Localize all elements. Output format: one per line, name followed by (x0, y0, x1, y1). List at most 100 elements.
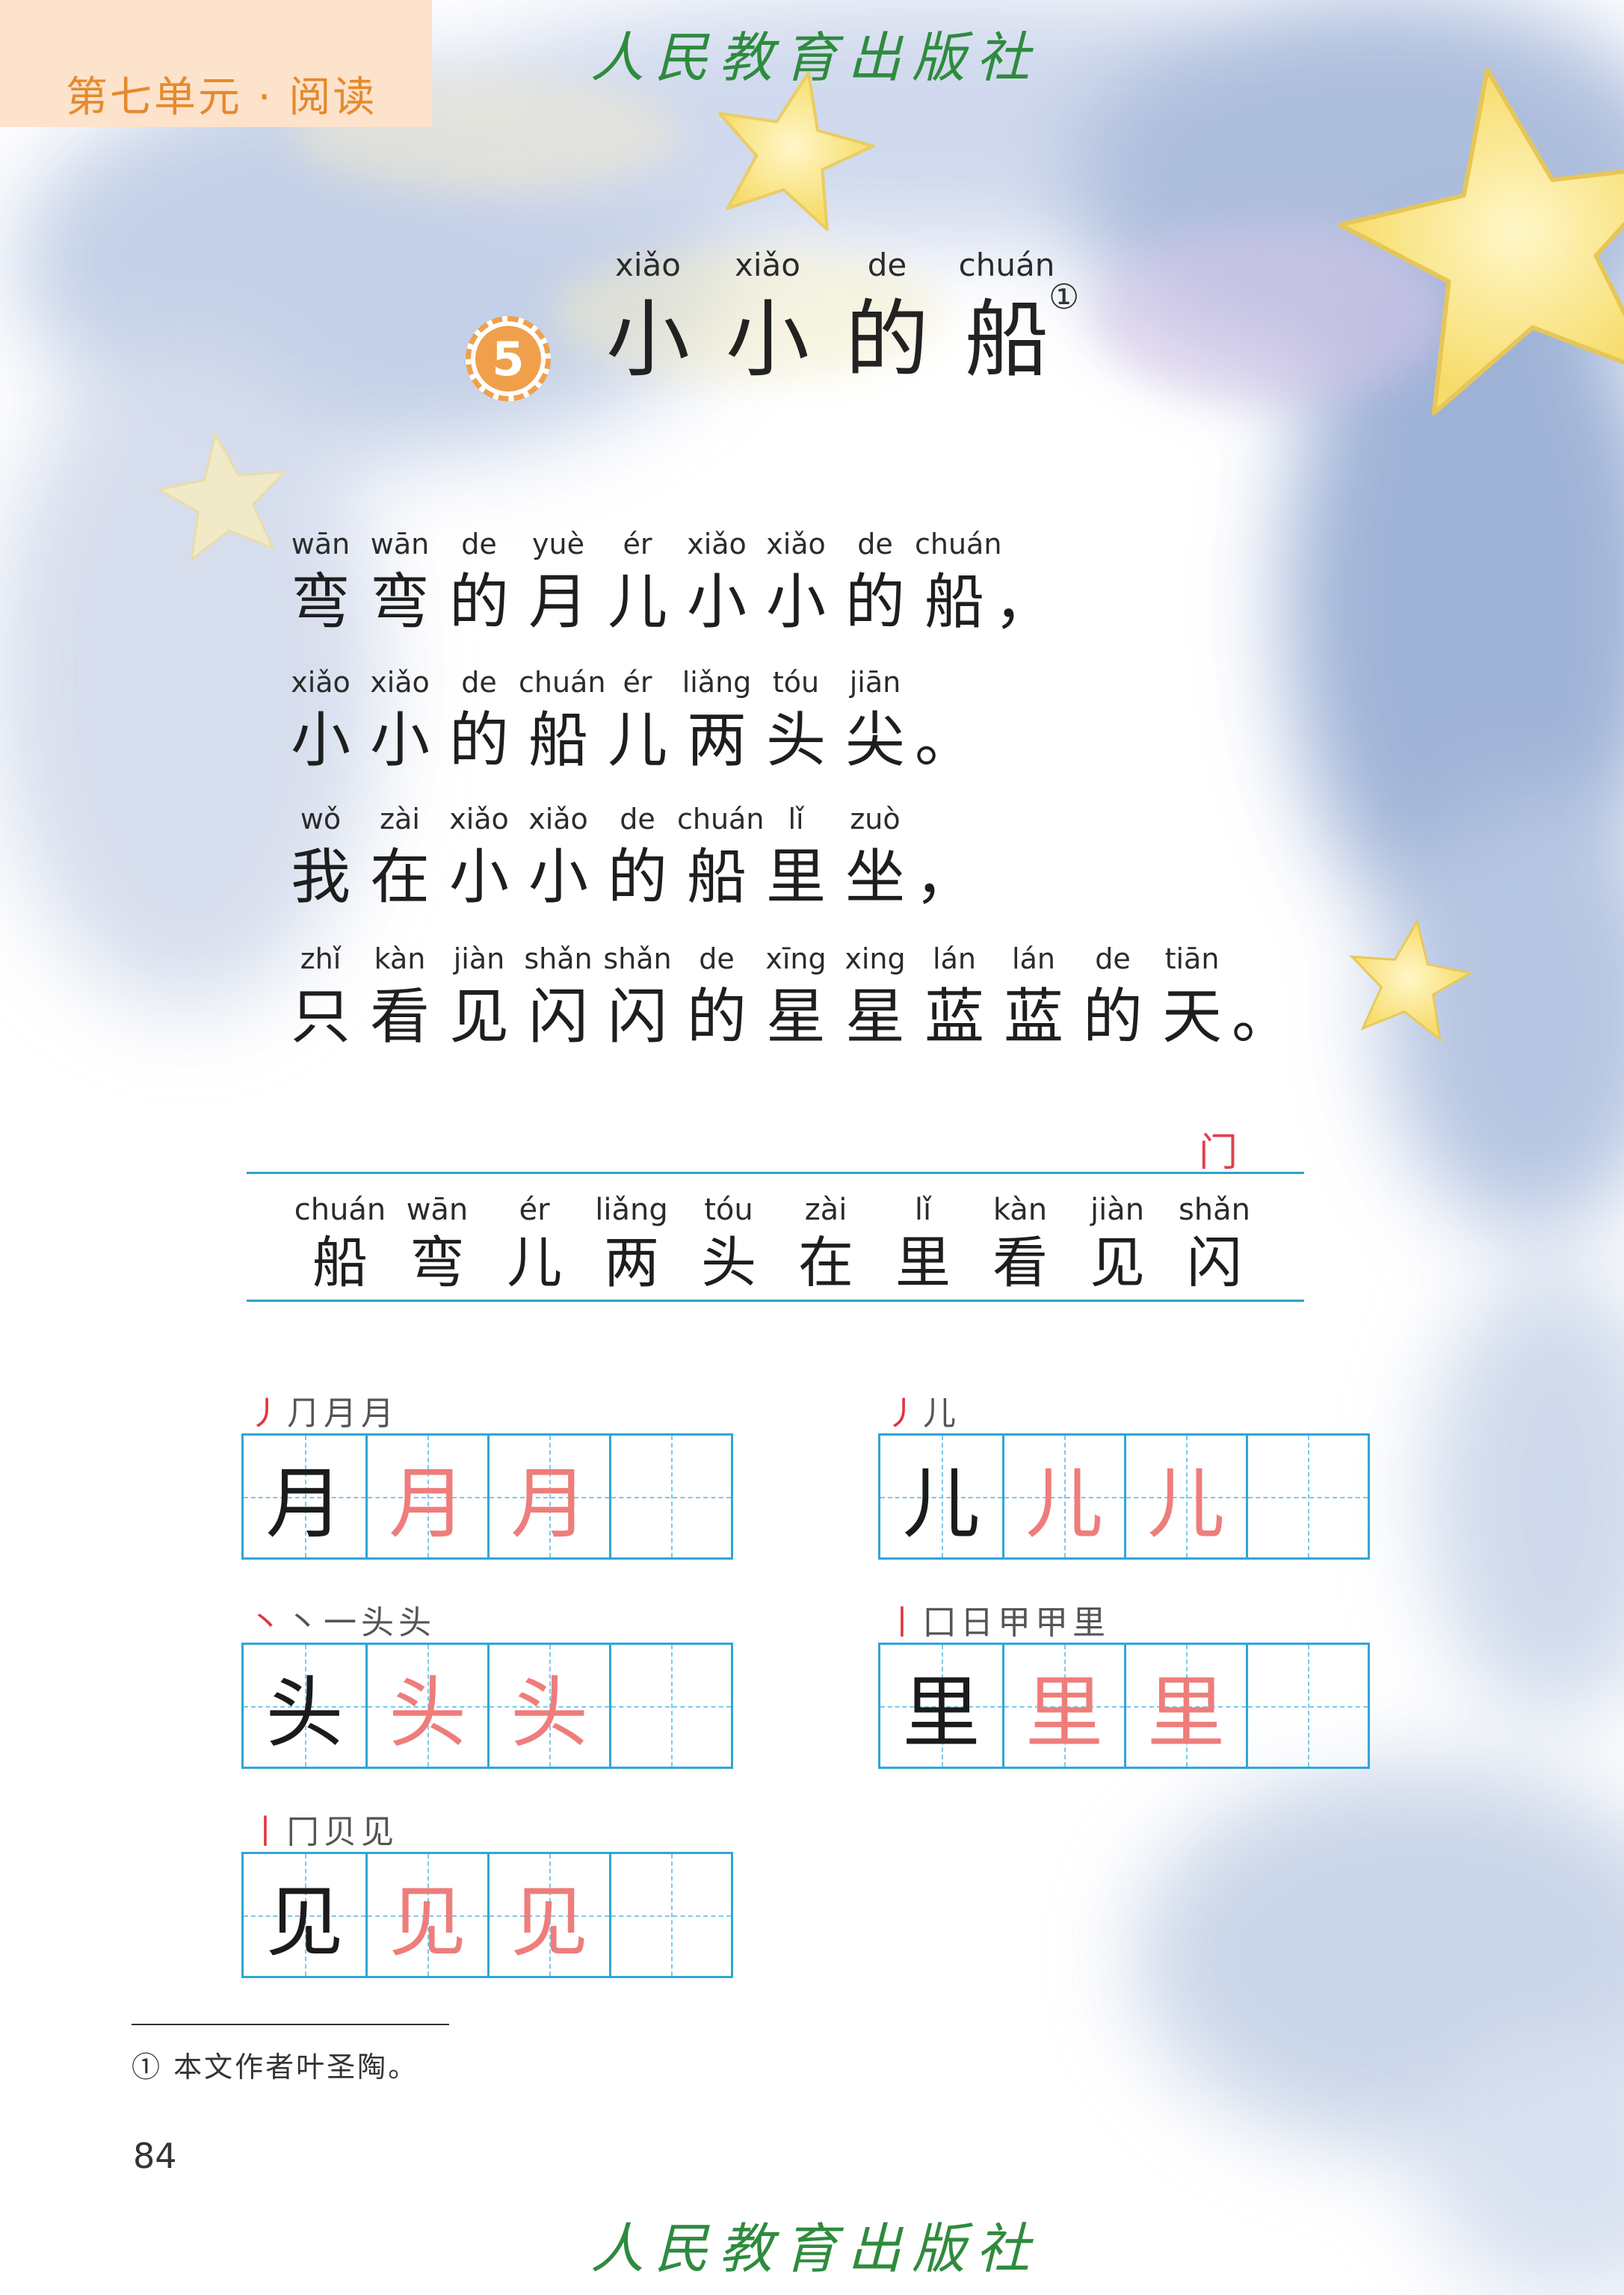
stroke-step: 见 (361, 1813, 398, 1851)
recognize-char: chuán 船 (294, 1193, 386, 1295)
recognize-char: lǐ 里 (895, 1193, 951, 1295)
grid-cell-char: 见 (244, 1854, 365, 1976)
poem-char: ， (915, 842, 975, 912)
stroke-step: 囗 (923, 1604, 960, 1642)
recognize-char: tóu 头 (701, 1193, 756, 1295)
radical-hint: 门 (1199, 1131, 1238, 1176)
trace-char: 头 (510, 1667, 588, 1758)
stroke-order: 丿儿 (886, 1386, 960, 1434)
stroke-step: 里 (1072, 1604, 1110, 1642)
poem-char: wān 弯 (370, 528, 430, 637)
recognize-char: shǎn 闪 (1178, 1193, 1251, 1295)
recognize-char: zài 在 (798, 1193, 853, 1295)
grid-cell-empty[interactable] (609, 1645, 731, 1767)
model-char: 头 (265, 1667, 344, 1758)
trace-char: 月 (510, 1458, 588, 1549)
grid-cell-char: 月 (487, 1436, 609, 1557)
recognize-char: liǎng 两 (595, 1193, 668, 1295)
recognize-char: wān 弯 (406, 1193, 469, 1295)
stroke-step: 贝 (324, 1813, 361, 1851)
title-char: chuán 船 (958, 247, 1055, 389)
poem-char: de 的 (1083, 942, 1143, 1051)
stroke-step: 丿 (886, 1394, 923, 1433)
recognize-char: ér 儿 (507, 1193, 562, 1295)
unit-tab: 第七单元 · 阅读 (0, 0, 432, 127)
model-char: 里 (902, 1667, 981, 1758)
grid-cell-char: 月 (244, 1436, 365, 1557)
model-char: 月 (265, 1458, 344, 1549)
writing-grid: 见见见 (241, 1852, 733, 1978)
grid-cell-empty[interactable] (609, 1436, 731, 1557)
stroke-step: 头 (361, 1604, 398, 1642)
poem-char: zài 在 (370, 803, 430, 912)
poem-char: de 的 (608, 803, 667, 912)
poem-char: de 的 (449, 666, 509, 775)
model-char: 儿 (902, 1458, 981, 1549)
grid-cell-char: 月 (365, 1436, 487, 1557)
grid-cell-char: 见 (487, 1854, 609, 1976)
poem-char: xiǎo 小 (528, 803, 588, 912)
grid-cell-char: 儿 (880, 1436, 1002, 1557)
grid-cell-char: 里 (880, 1645, 1002, 1767)
lesson-title: xiǎo 小 xiǎo 小 de 的 chuán 船 (598, 243, 1057, 392)
poem-line: wān 弯 wān 弯 de 的 yuè 月 ér 儿 xiǎo 小 xiǎo 小 de 的 chuán 船， (281, 523, 1054, 640)
title-char: de 的 (845, 247, 929, 389)
poem-char: lán 蓝 (1004, 942, 1063, 1051)
poem-char: wān 弯 (291, 528, 351, 637)
poem-char: ér 儿 (608, 528, 667, 637)
grid-cell-empty[interactable] (609, 1854, 731, 1976)
stroke-order: 丨冂贝见 (249, 1805, 398, 1853)
poem-char: de 的 (687, 942, 747, 1051)
grid-cell-char: 见 (365, 1854, 487, 1976)
trace-char: 儿 (1146, 1458, 1225, 1549)
poem-char: tiān 天 (1162, 942, 1222, 1051)
poem-char: jiàn 见 (449, 942, 509, 1051)
poem-char: chuán 船 (519, 666, 606, 775)
trace-char: 月 (388, 1458, 466, 1549)
model-char: 见 (265, 1877, 344, 1968)
recognize-char: jiàn 见 (1090, 1193, 1145, 1295)
writing-grid: 儿儿儿 (878, 1433, 1370, 1560)
poem-char: shǎn 闪 (524, 942, 593, 1051)
stroke-step: 月 (361, 1394, 398, 1433)
poem-char: chuán 船 (677, 803, 765, 912)
poem-char: shǎn 闪 (603, 942, 672, 1051)
trace-char: 里 (1025, 1667, 1103, 1758)
stroke-step: 丨 (886, 1604, 923, 1642)
stroke-order: 丿⺆月月 (249, 1386, 398, 1434)
stroke-step: 冂 (286, 1813, 324, 1851)
stroke-step: 丨 (249, 1813, 286, 1851)
grid-cell-char: 儿 (1002, 1436, 1124, 1557)
page-number: 84 (133, 2136, 177, 2176)
stroke-step: 日 (960, 1604, 998, 1642)
stroke-step: 丶 (249, 1604, 286, 1642)
writing-grid: 头头头 (241, 1643, 733, 1769)
recognize-char: kàn 看 (992, 1193, 1048, 1295)
title-char: xiǎo 小 (726, 247, 809, 389)
trace-char: 儿 (1025, 1458, 1103, 1549)
lesson-number-badge: 5 (460, 310, 557, 407)
grid-cell-char: 里 (1124, 1645, 1246, 1767)
poem-char: de 的 (449, 528, 509, 637)
poem-char: tóu 头 (766, 666, 826, 775)
poem-char: chuán 船 (915, 528, 1002, 637)
title-char: xiǎo 小 (606, 247, 690, 389)
stroke-step: 丶 (286, 1604, 324, 1642)
poem-char: xiǎo 小 (370, 666, 430, 775)
poem-char: xiǎo 小 (449, 803, 509, 912)
stroke-step: ⺆ (286, 1394, 324, 1433)
stroke-step: 儿 (923, 1394, 960, 1433)
poem-line: zhǐ 只 kàn 看 jiàn 见 shǎn 闪 shǎn 闪 de 的 xīng 星 xing 星 lán 蓝… (281, 938, 1291, 1054)
trace-char: 见 (388, 1877, 466, 1968)
poem-char: zuò 坐 (845, 803, 905, 912)
recognize-characters-bar: chuán 船 wān 弯 ér 儿 liǎng 两 tóu 头 zài 在 lǐ 里 kàn 看 jiàn 见 s… (247, 1172, 1304, 1302)
poem-char: kàn 看 (370, 942, 430, 1051)
poem-char: xiǎo 小 (687, 528, 747, 637)
poem-char: zhǐ 只 (291, 942, 351, 1051)
poem-char: lǐ 里 (766, 803, 826, 912)
stroke-order: 丨囗日甲甲里 (886, 1596, 1110, 1643)
poem-char: liǎng 两 (682, 666, 752, 775)
grid-cell-empty[interactable] (1246, 1645, 1368, 1767)
grid-cell-empty[interactable] (1246, 1436, 1368, 1557)
poem-char: 。 (1232, 982, 1291, 1051)
